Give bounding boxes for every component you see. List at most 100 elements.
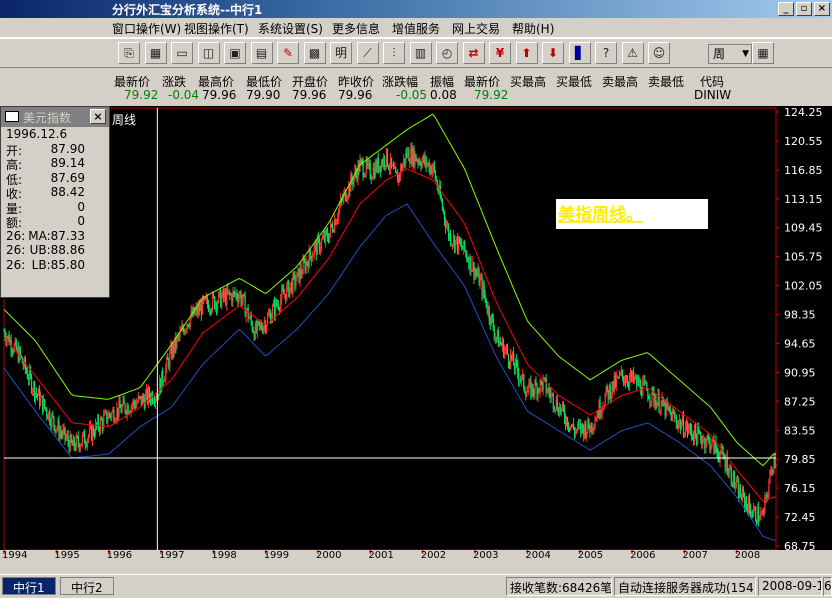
period-select[interactable]: 周 ▼ (708, 44, 752, 64)
x-tick-label: 1998 (211, 550, 236, 560)
chart-icon[interactable]: ✎ (277, 42, 299, 64)
crosshair-icon[interactable]: ⫶ (383, 42, 405, 64)
y-tick-label: 124.25 (784, 106, 823, 119)
paste-icon[interactable]: ▦ (144, 42, 167, 64)
x-tick-label: 2001 (368, 550, 393, 560)
candle-body (484, 294, 486, 299)
candle-body (295, 281, 297, 286)
calc-icon[interactable]: ▩ (303, 42, 326, 64)
arrow-down-icon[interactable]: ⬇ (542, 42, 564, 64)
app-window: 分行外汇宝分析系统--中行1 _ ▫ × 窗口操作(W) 视图操作(T) 系统设… (0, 0, 832, 598)
tab-zhonghang2[interactable]: 中行2 (60, 577, 114, 595)
candle-body (695, 425, 697, 435)
candle-body (615, 376, 618, 387)
info-value: UB:88.86 (29, 243, 85, 257)
x-tick-label: 2005 (578, 550, 603, 560)
y-tick-label: 120.55 (784, 135, 823, 148)
candle-body (433, 163, 435, 171)
info-row: 额: 0 (1, 214, 109, 230)
menu-more-info[interactable]: 更多信息 (332, 20, 380, 37)
candle-body (395, 167, 397, 173)
x-tick-label: 1994 (2, 550, 27, 560)
arrow-up-icon[interactable]: ⬆ (515, 42, 538, 64)
info-value: LB:85.80 (31, 257, 85, 272)
chart-frame (3, 107, 777, 551)
info-value: 88.42 (50, 185, 85, 199)
info-value: 0 (77, 214, 85, 228)
person-icon[interactable]: ☺ (648, 42, 670, 64)
candle-body (775, 463, 777, 466)
minimize-button[interactable]: _ (778, 2, 794, 16)
menu-bar: 窗口操作(W) 视图操作(T) 系统设置(S) 更多信息 增值服务 网上交易 帮… (0, 18, 832, 38)
warning-icon[interactable]: ⚠ (621, 42, 644, 64)
bar-icon[interactable]: ▋ (568, 42, 591, 64)
series-lb-line (3, 203, 776, 541)
info-title: 美元指数 (23, 111, 72, 125)
tab-zhonghang1[interactable]: 中行1 (2, 577, 56, 595)
y-tick-label: 90.95 (784, 366, 816, 379)
info-date: 1996.12.6 (6, 127, 68, 141)
close-button[interactable]: × (814, 2, 830, 16)
info-key: 26: (6, 257, 26, 272)
info-date-row: 1996.12.6 (1, 127, 109, 142)
y-tick-label: 98.35 (784, 309, 816, 322)
annotation-text: 美指周线。 (558, 204, 643, 225)
menu-settings[interactable]: 系统设置(S) (258, 20, 323, 37)
chevron-down-icon: ▼ (742, 49, 749, 59)
info-row: 高: 89.14 (1, 156, 109, 172)
y-tick-label: 116.85 (784, 164, 823, 177)
clock-icon[interactable]: ◴ (436, 42, 458, 64)
candle-body (217, 302, 219, 310)
menu-window[interactable]: 窗口操作(W) (112, 20, 181, 37)
window-icon[interactable]: ▭ (171, 42, 193, 64)
restore-button[interactable]: ▫ (796, 2, 812, 16)
y-tick-label: 87.25 (784, 395, 816, 408)
connection-status: 自动连接服务器成功(154) (614, 577, 756, 596)
price-chart[interactable]: 124.25 120.55 116.85 113.15 109.45 105.75 102.… (0, 106, 832, 560)
candle-body (77, 436, 79, 444)
info-close-icon[interactable]: × (90, 109, 106, 124)
status-extra: 6 (823, 577, 832, 596)
x-tick-label: 2000 (316, 550, 341, 560)
info-row: 26: UB:88.86 (1, 243, 109, 258)
y-tick-label: 72.45 (784, 511, 816, 524)
bright-icon[interactable]: 明 (330, 42, 352, 64)
line-chart-icon[interactable]: ⟋ (356, 42, 379, 64)
x-tick-label: 2008 (735, 550, 760, 560)
candle-body (526, 392, 528, 397)
grid-icon[interactable]: ▣ (224, 42, 246, 64)
menu-help[interactable]: 帮助(H) (512, 20, 554, 37)
help-icon[interactable]: ? (595, 42, 617, 64)
quote-value-6: -0.05 (396, 88, 428, 102)
quote-value-1: -0.04 (168, 88, 200, 102)
info-value: 0 (77, 199, 85, 214)
info-panel: 美元指数 × 1996.12.6 开: 87.90 高: 89.14 低: 87.69 收:… (0, 106, 110, 298)
window-title: 分行外汇宝分析系统--中行1 (112, 3, 263, 17)
quote-header: 最新价 79.92 涨跌 -0.04 最高价 79.96 最低价 79.90 开盘价 79.96 昨… (0, 70, 832, 104)
quote-value-5: 79.96 (338, 88, 373, 102)
money-icon[interactable]: ¥ (489, 42, 511, 64)
swap-icon[interactable]: ⇄ (462, 42, 485, 64)
window-split-icon[interactable]: ◫ (197, 42, 220, 64)
quote-value-8: 79.92 (474, 88, 509, 102)
menu-view[interactable]: 视图操作(T) (184, 20, 249, 37)
x-tick-label: 2007 (682, 550, 707, 560)
menu-online-trade[interactable]: 网上交易 (452, 20, 500, 37)
copy-icon[interactable]: ⎘ (118, 42, 140, 64)
candle-body (19, 348, 21, 356)
x-tick-label: 2006 (630, 550, 655, 560)
toolbar: ⎘ ▦ ▭ ◫ ▣ ▤ ✎ ▩ 明 ⟋ ⫶ ▥ ◴ ⇄ ¥ ⬆ ⬇ ▋? ⚠ ☺ 周 ▼ ▦ (0, 38, 832, 68)
menu-value-added[interactable]: 增值服务 (392, 20, 440, 37)
x-tick-label: 1995 (54, 550, 79, 560)
window-list-icon[interactable]: ▤ (250, 42, 273, 64)
grid-view-button[interactable]: ▦ (752, 42, 774, 64)
quote-value-4: 79.96 (292, 88, 327, 102)
candle-body (450, 233, 452, 245)
info-value: 87.69 (50, 170, 85, 185)
quote-header-11: 卖最高 (602, 75, 639, 89)
table-icon[interactable]: ▥ (409, 42, 432, 64)
chart-area[interactable]: 124.25 120.55 116.85 113.15 109.45 105.75 102.… (0, 106, 832, 560)
quote-value-13: DINIW (694, 88, 732, 102)
x-tick-label: 1996 (107, 550, 132, 560)
candle-body (383, 157, 386, 166)
